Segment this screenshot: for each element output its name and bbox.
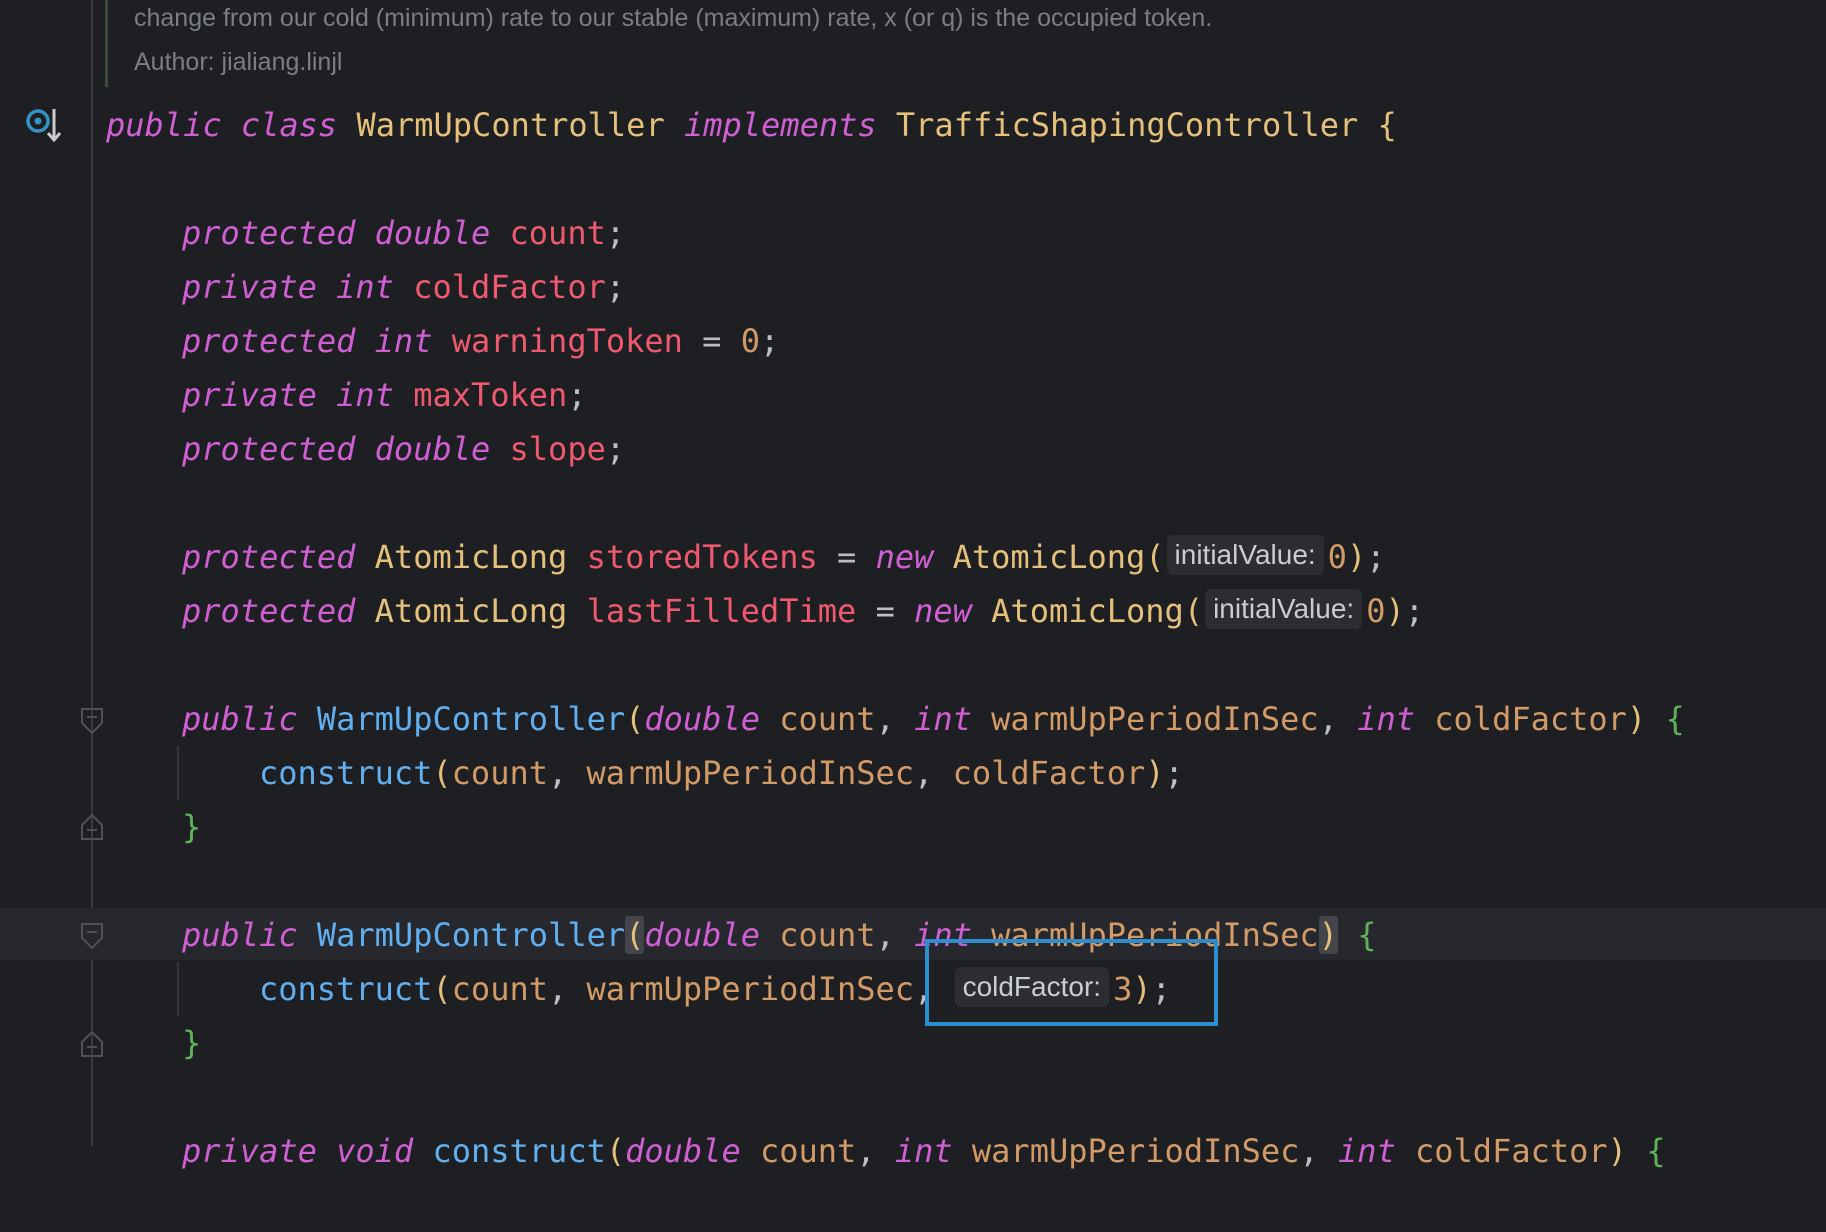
type: double — [644, 916, 760, 954]
type: int — [914, 700, 972, 738]
field-name[interactable]: count — [510, 214, 606, 252]
keyword: protected — [182, 592, 356, 630]
parameter[interactable]: warmUpPeriodInSec — [991, 700, 1319, 738]
field-line[interactable]: protected AtomicLong lastFilledTime = ne… — [0, 584, 1424, 638]
type: int — [336, 376, 394, 414]
gutter-separator — [91, 0, 93, 1146]
type: int — [336, 268, 394, 306]
type: int — [1337, 1132, 1396, 1170]
class-name[interactable]: WarmUpController — [356, 106, 664, 144]
type: int — [374, 322, 433, 360]
keyword: new — [875, 538, 934, 576]
parameter-hint: initialValue: — [1166, 535, 1324, 575]
type: double — [374, 214, 491, 252]
closing-brace-line: } — [0, 1016, 201, 1070]
keyword: private — [182, 376, 317, 414]
interface-name[interactable]: TrafficShapingController — [896, 106, 1358, 144]
parameter[interactable]: coldFactor — [1415, 1132, 1608, 1170]
method-call-line[interactable]: construct(count, warmUpPeriodInSec, cold… — [0, 746, 1184, 800]
indent-guide — [177, 746, 179, 800]
closing-brace-line: } — [0, 800, 201, 854]
field-name[interactable]: warningToken — [452, 322, 683, 360]
constructor-call[interactable]: AtomicLong( — [991, 592, 1203, 630]
parameter[interactable]: count — [760, 1132, 856, 1170]
annotation-highlight-box — [925, 939, 1218, 1026]
parameter[interactable]: count — [779, 916, 875, 954]
field-name[interactable]: coldFactor — [413, 268, 606, 306]
parameter[interactable]: count — [779, 700, 875, 738]
method-call-line[interactable]: construct(count, warmUpPeriodInSec, cold… — [0, 962, 1171, 1016]
keyword: protected — [182, 538, 356, 576]
constructor-call[interactable]: AtomicLong( — [953, 538, 1165, 576]
number-literal: 0 — [740, 322, 760, 360]
brace: } — [182, 1024, 202, 1062]
field-name[interactable]: lastFilledTime — [587, 592, 857, 630]
keyword: private — [182, 268, 317, 306]
brace: } — [182, 808, 202, 846]
constructor-declaration-line[interactable]: public WarmUpController(double count, in… — [0, 908, 1376, 962]
field-line[interactable]: protected AtomicLong storedTokens = new … — [0, 530, 1385, 584]
keyword: public — [106, 106, 222, 144]
fold-icon[interactable] — [80, 1030, 104, 1058]
matched-paren: ) — [1318, 916, 1338, 954]
type: int — [1357, 700, 1415, 738]
argument[interactable]: warmUpPeriodInSec — [587, 754, 915, 792]
keyword: public — [182, 700, 298, 738]
type[interactable]: AtomicLong — [375, 592, 568, 630]
brace: { — [1377, 106, 1397, 144]
method-call[interactable]: construct — [259, 970, 432, 1008]
keyword: public — [182, 916, 298, 954]
type: int — [894, 1132, 953, 1170]
number-literal: 0 — [1366, 592, 1386, 630]
keyword: private — [182, 1132, 317, 1170]
keyword: protected — [182, 214, 356, 252]
argument[interactable]: warmUpPeriodInSec — [587, 970, 915, 1008]
class-declaration-line[interactable]: public class WarmUpController implements… — [0, 98, 1397, 152]
field-line[interactable]: protected int warningToken = 0; — [0, 314, 779, 368]
indent-guide — [177, 962, 179, 1016]
argument[interactable]: coldFactor — [953, 754, 1146, 792]
number-literal: 0 — [1327, 538, 1347, 576]
type[interactable]: AtomicLong — [375, 538, 568, 576]
field-name[interactable]: slope — [510, 430, 606, 468]
doc-comment-bar — [105, 0, 108, 87]
constructor-name[interactable]: WarmUpController — [317, 916, 625, 954]
fold-icon[interactable] — [80, 922, 104, 950]
keyword: void — [336, 1132, 414, 1170]
doc-comment-author: Author: jialiang.linjl — [134, 48, 343, 76]
keyword: implements — [683, 106, 877, 144]
field-name[interactable]: storedTokens — [587, 538, 818, 576]
field-line[interactable]: protected double count; — [0, 206, 625, 260]
keyword: protected — [182, 322, 356, 360]
argument[interactable]: count — [452, 970, 548, 1008]
parameter[interactable]: coldFactor — [1434, 700, 1627, 738]
keyword: class — [240, 106, 338, 144]
field-name[interactable]: maxToken — [413, 376, 567, 414]
type: double — [625, 1132, 741, 1170]
parameter[interactable]: warmUpPeriodInSec — [972, 1132, 1300, 1170]
fold-icon[interactable] — [80, 707, 104, 735]
field-line[interactable]: private int maxToken; — [0, 368, 587, 422]
fold-icon[interactable] — [80, 813, 104, 841]
field-line[interactable]: protected double slope; — [0, 422, 625, 476]
type: double — [644, 700, 760, 738]
doc-comment-line: change from our cold (minimum) rate to o… — [134, 4, 1213, 32]
argument[interactable]: count — [452, 754, 548, 792]
type: double — [374, 430, 491, 468]
keyword: protected — [182, 430, 356, 468]
matched-paren: ( — [625, 916, 645, 954]
method-declaration-line[interactable]: private void construct(double count, int… — [0, 1124, 1665, 1178]
constructor-name[interactable]: WarmUpController — [317, 700, 625, 738]
parameter-hint: initialValue: — [1205, 589, 1363, 629]
method-call[interactable]: construct — [259, 754, 432, 792]
constructor-declaration-line[interactable]: public WarmUpController(double count, in… — [0, 692, 1685, 746]
keyword: new — [914, 592, 972, 630]
method-name[interactable]: construct — [432, 1132, 605, 1170]
field-line[interactable]: private int coldFactor; — [0, 260, 625, 314]
